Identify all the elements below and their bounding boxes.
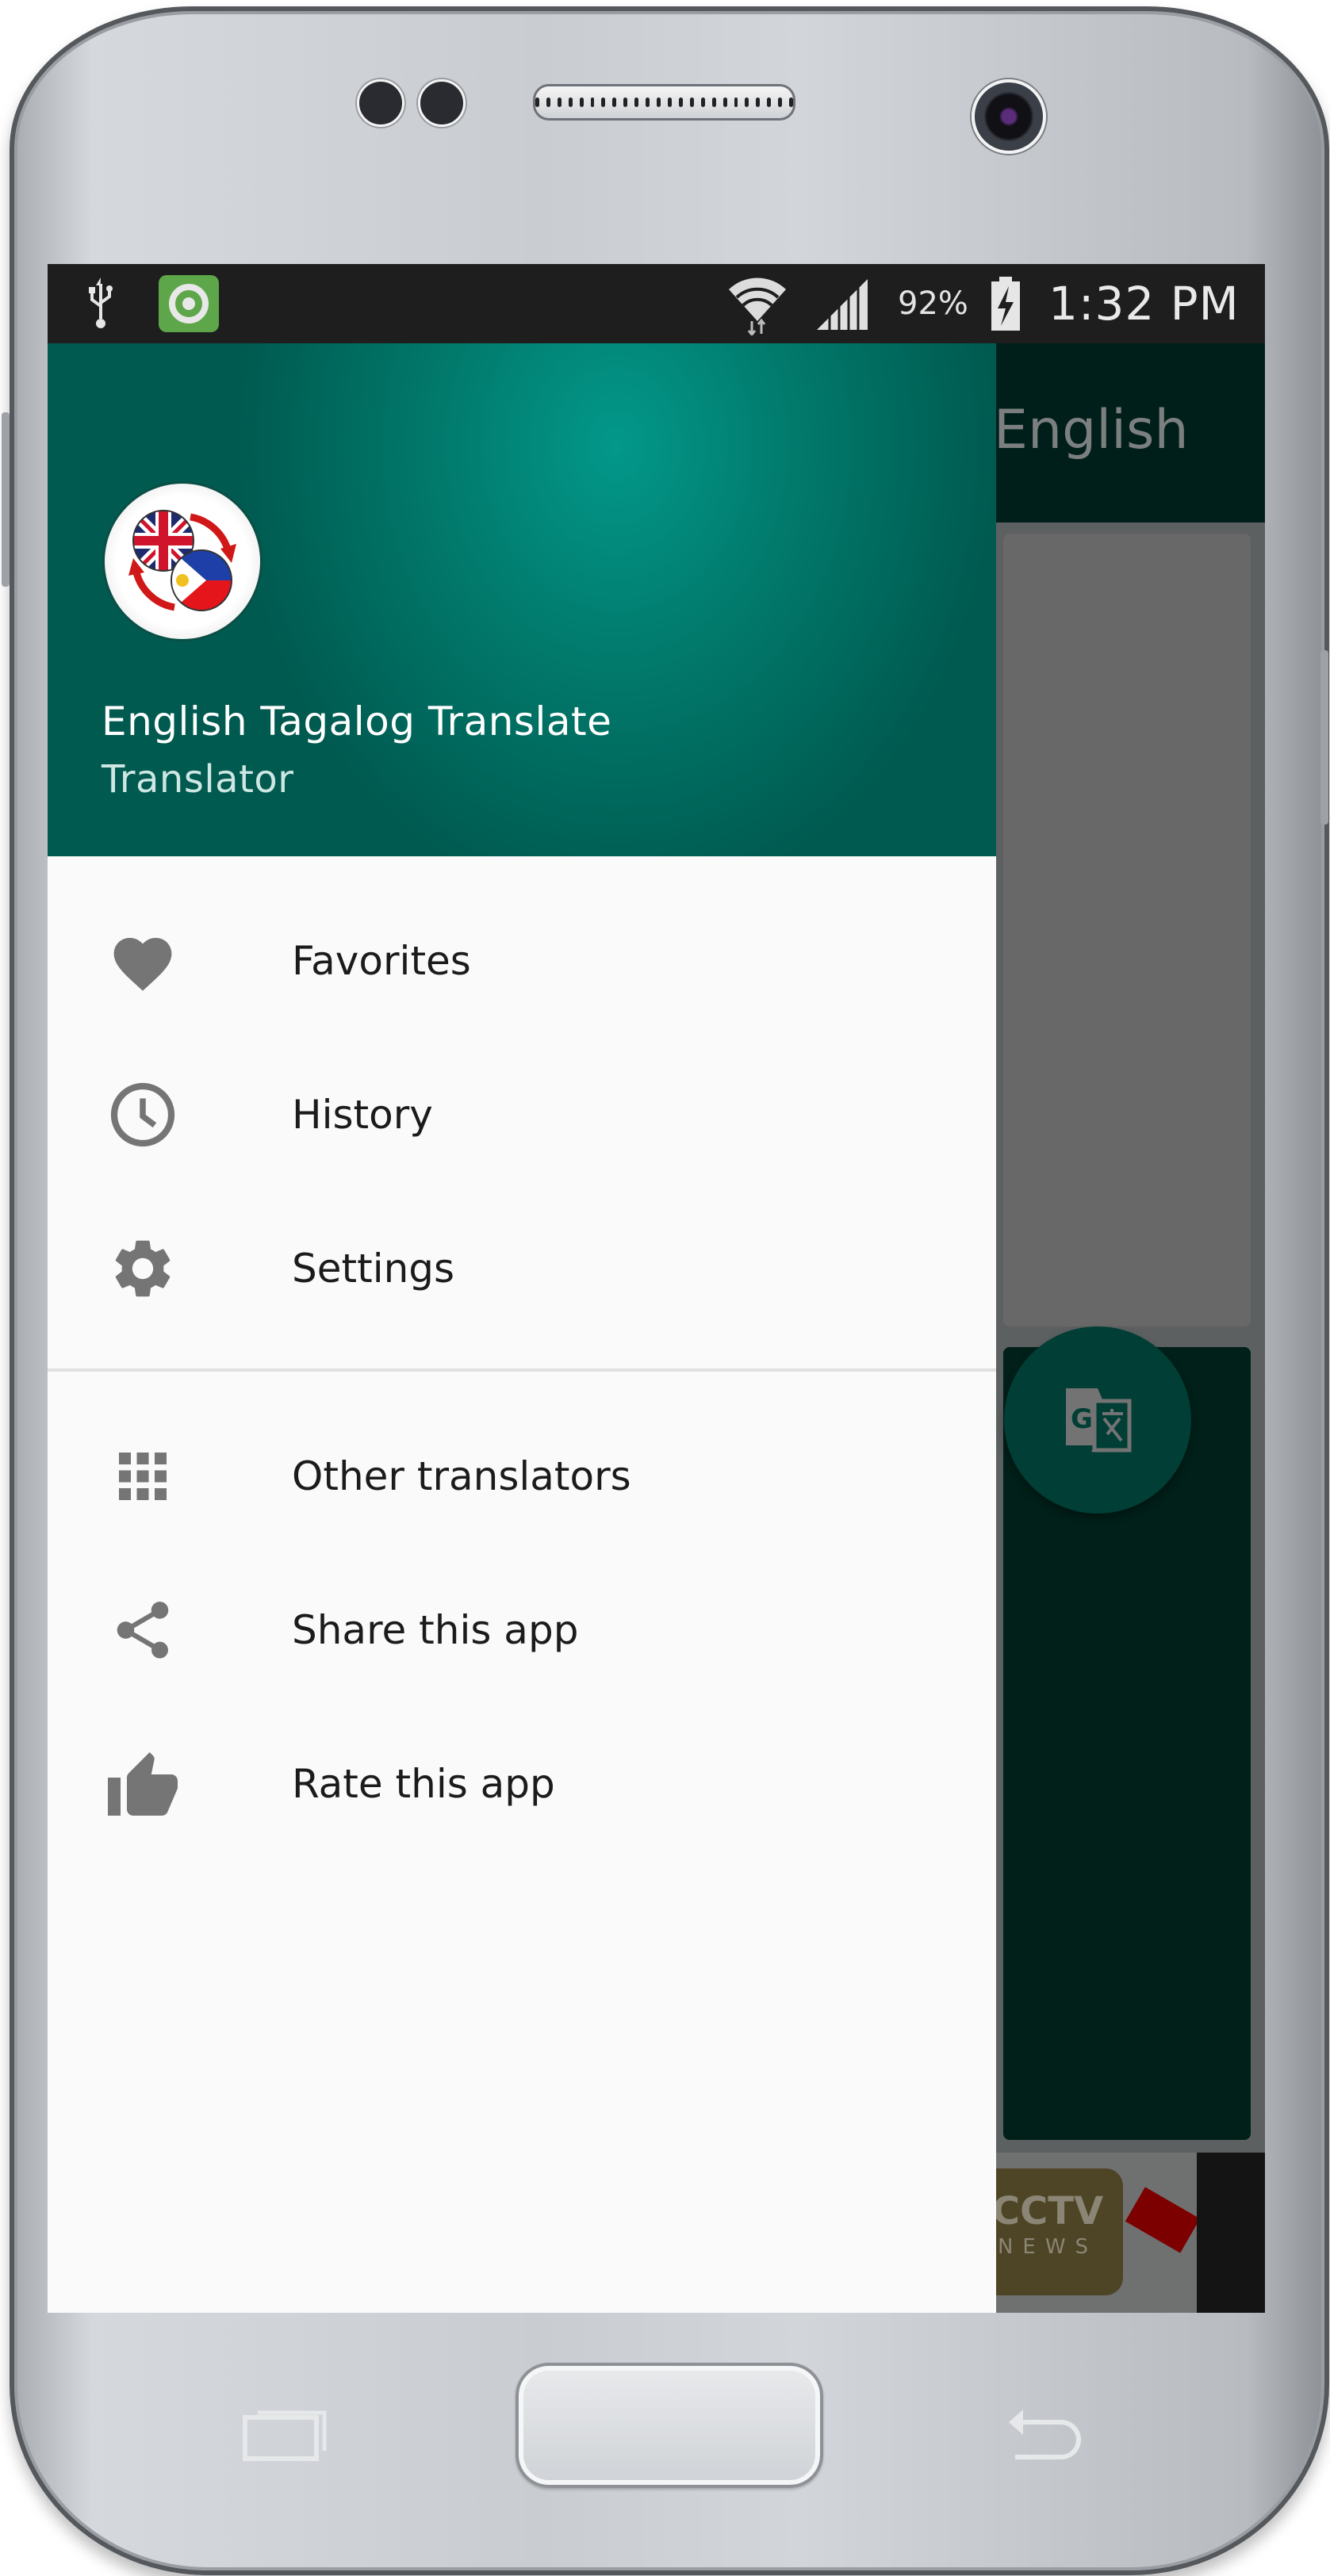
usb-icon [87, 264, 114, 343]
screen: 92% 1:32 PM English G CCTV NEWS English … [48, 264, 1265, 2313]
gear-icon [105, 1231, 181, 1307]
translate-fab[interactable]: G [1004, 1326, 1191, 1514]
wifi-icon [726, 264, 789, 343]
menu-item-favorites[interactable]: Favorites [48, 886, 996, 1036]
app-notification-icon [159, 264, 219, 343]
menu-label: Favorites [292, 938, 471, 984]
battery-charging-icon [990, 264, 1021, 343]
ad-logo: CCTV NEWS [996, 2168, 1123, 2295]
front-camera [972, 79, 1046, 154]
svg-text:G: G [1071, 1403, 1093, 1435]
menu-item-share-app[interactable]: Share this app [48, 1555, 996, 1705]
drawer-header: English Tagalog Translate Translator [48, 343, 996, 856]
menu-item-settings[interactable]: Settings [48, 1193, 996, 1344]
apps-grid-icon [105, 1438, 181, 1514]
light-sensor [418, 79, 466, 127]
volume-button [2, 412, 10, 587]
menu-item-other-translators[interactable]: Other translators [48, 1401, 996, 1552]
app-logo [105, 484, 260, 639]
menu-item-rate-app[interactable]: Rate this app [48, 1709, 996, 1859]
menu-divider [48, 1368, 996, 1372]
clock-time: 1:32 PM [1048, 277, 1240, 331]
ad-pattern [1197, 2153, 1265, 2313]
menu-item-history[interactable]: History [48, 1039, 996, 1190]
menu-label: History [292, 1092, 433, 1138]
home-key[interactable] [516, 2363, 823, 2488]
google-translate-icon: G [1066, 1388, 1132, 1453]
battery-percent: 92% [898, 285, 968, 322]
menu-label: Rate this app [292, 1761, 555, 1807]
thumbs-up-icon [105, 1746, 181, 1822]
ad-banner[interactable]: CCTV NEWS [996, 2153, 1265, 2313]
power-button [1320, 650, 1328, 825]
input-card [1003, 534, 1251, 1326]
status-bar: 92% 1:32 PM [48, 264, 1265, 343]
proximity-sensor [357, 79, 404, 127]
share-icon [105, 1592, 181, 1668]
menu-label: Other translators [292, 1453, 631, 1499]
signal-icon [815, 264, 871, 343]
ad-tag-graphic [1125, 2187, 1201, 2253]
recent-apps-key[interactable] [242, 2406, 329, 2465]
earpiece-speaker [533, 84, 795, 121]
clock-icon [105, 1077, 181, 1153]
toolbar-title: English [994, 399, 1189, 461]
menu-label: Settings [292, 1246, 455, 1292]
drawer-app-subtitle: Translator [102, 757, 294, 802]
menu-label: Share this app [292, 1607, 579, 1653]
heart-icon [105, 923, 181, 999]
english-tagalog-flags-icon [128, 510, 236, 611]
drawer-app-title: English Tagalog Translate [102, 699, 612, 744]
navigation-drawer: English Tagalog Translate Translator Fav… [48, 343, 996, 2313]
back-key[interactable] [1006, 2406, 1085, 2465]
